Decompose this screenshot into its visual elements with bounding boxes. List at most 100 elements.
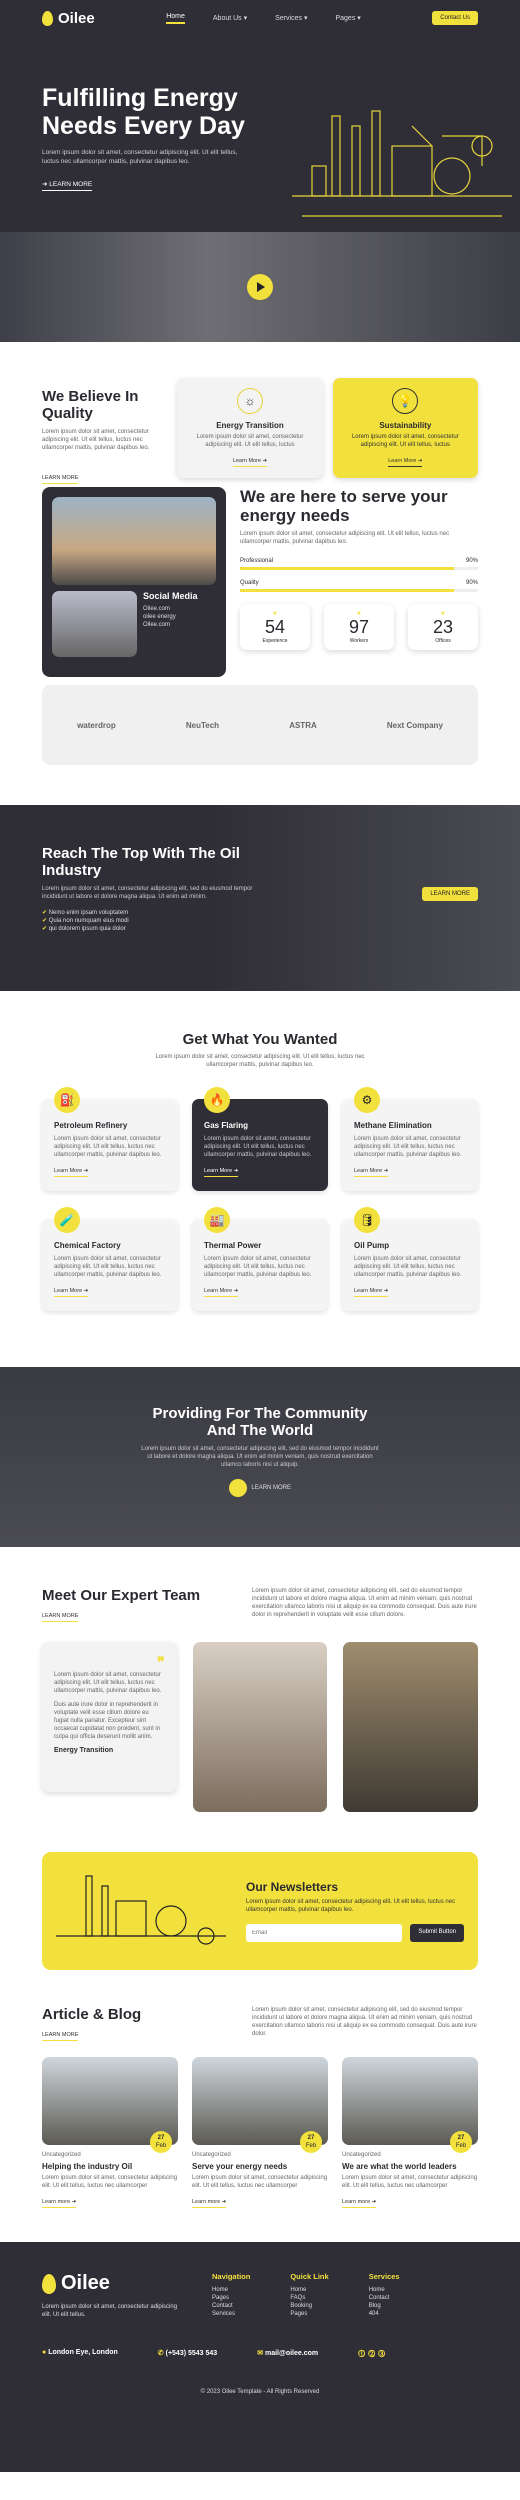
footer-link[interactable]: Services <box>212 2310 250 2318</box>
reach-item-label: qui dolorem ipsum quia dolor <box>48 926 126 932</box>
service-icon: 🔥 <box>204 1087 230 1113</box>
hero-learn-more[interactable]: ➜ LEARN MORE <box>42 180 93 191</box>
footer: Oilee Lorem ipsum dolor sit amet, consec… <box>0 2242 520 2472</box>
service-icon: 🏭 <box>204 1207 230 1233</box>
reach-button[interactable]: LEARN MORE <box>422 887 478 901</box>
quote-card: ❞ Lorem ipsum dolor sit amet, consectetu… <box>42 1642 177 1792</box>
navbar: Oilee Home About Us ▾ Services ▾ Pages ▾… <box>0 0 520 36</box>
post-title[interactable]: We are what the world leaders <box>342 2162 478 2171</box>
service-link[interactable]: Learn More ➜ <box>54 1288 89 1297</box>
date-badge: 27 Feb <box>150 2131 172 2153</box>
address-text: London Eye, London <box>48 2349 118 2356</box>
service-card: 🏭 Thermal Power Lorem ipsum dolor sit am… <box>192 1207 328 1311</box>
post-text: Lorem ipsum dolor sit amet, consectetur … <box>42 2175 178 2189</box>
service-card: 🔥 Gas Flaring Lorem ipsum dolor sit amet… <box>192 1087 328 1191</box>
service-icon: 🛢 <box>354 1207 380 1233</box>
post-title[interactable]: Helping the industry Oil <box>42 2162 178 2171</box>
card-title: Sustainability <box>379 421 432 430</box>
date-day: 27 <box>307 2135 315 2141</box>
bar-fill <box>240 567 455 570</box>
footer-logo[interactable]: Oilee <box>42 2272 182 2295</box>
brand-name: Oilee <box>58 9 95 27</box>
service-card: 🧪 Chemical Factory Lorem ipsum dolor sit… <box>42 1207 178 1311</box>
hero-text: Lorem ipsum dolor sit amet, consectetur … <box>42 149 238 165</box>
footer-column: Services Home Contact Blog 404 <box>369 2272 400 2319</box>
blog-learn-more[interactable]: LEARN MORE <box>42 2032 79 2041</box>
services-grid: ⛽ Petroleum Refinery Lorem ipsum dolor s… <box>42 1087 478 1311</box>
blog-post: 27 Feb Uncategorized Serve your energy ne… <box>192 2057 328 2208</box>
serve-text: Lorem ipsum dolor sit amet, consectetur … <box>240 531 450 545</box>
community-learn-more[interactable]: LEARN MORE <box>251 1485 291 1491</box>
reach-section: Reach The Top With The Oil Industry Lore… <box>0 805 520 991</box>
bar-label: Professional <box>240 558 274 564</box>
service-link[interactable]: Learn More ➜ <box>54 1168 89 1177</box>
hero-cta-label: LEARN MORE <box>49 181 93 188</box>
nav-item-pages[interactable]: Pages ▾ <box>335 14 360 22</box>
reach-title: Reach The Top With The Oil Industry <box>42 845 240 879</box>
service-card: 🛢 Oil Pump Lorem ipsum dolor sit amet, c… <box>342 1207 478 1311</box>
service-icon: ⛽ <box>54 1087 80 1113</box>
footer-link[interactable]: Home <box>290 2286 328 2294</box>
card-title: Energy Transition <box>216 421 284 430</box>
quality-text: Lorem ipsum dolor sit amet, consectetur … <box>42 429 150 451</box>
play-icon[interactable] <box>247 274 273 300</box>
footer-link[interactable]: Contact <box>212 2302 250 2310</box>
footer-email[interactable]: ✉ mail@oilee.com <box>257 2349 318 2359</box>
photo-card: Social Media Oilee.com oilee energy Oile… <box>42 487 226 677</box>
post-text: Lorem ipsum dolor sit amet, consectetur … <box>192 2175 328 2189</box>
social-icons[interactable]: ⓵⓶⓷ <box>358 2349 388 2359</box>
date-badge: 27 Feb <box>300 2131 322 2153</box>
footer-link[interactable]: Home <box>212 2286 250 2294</box>
bulb-icon: 💡 <box>392 388 419 414</box>
post-link[interactable]: Learn more ➜ <box>42 2199 77 2208</box>
team-learn-more[interactable]: LEARN MORE <box>42 1613 79 1622</box>
service-link[interactable]: Learn More ➜ <box>204 1168 239 1177</box>
footer-link[interactable]: Home <box>369 2286 400 2294</box>
post-title[interactable]: Serve your energy needs <box>192 2162 328 2171</box>
quote-text: Lorem ipsum dolor sit amet, consectetur … <box>54 1672 162 1694</box>
service-link[interactable]: Learn More ➜ <box>354 1168 389 1177</box>
nav-item-services[interactable]: Services ▾ <box>275 14 307 22</box>
social-item[interactable]: Oilee.com <box>143 621 198 629</box>
footer-link[interactable]: Contact <box>369 2294 400 2302</box>
blog-text: Lorem ipsum dolor sit amet, consectetur … <box>252 2007 477 2037</box>
team-section: Meet Our Expert Team LEARN MORE Lorem ips… <box>0 1547 520 1812</box>
nav-item-home[interactable]: Home <box>166 13 185 24</box>
blog-post: 27 Feb Uncategorized We are what the worl… <box>342 2057 478 2208</box>
nav-menu: Home About Us ▾ Services ▾ Pages ▾ <box>166 13 361 24</box>
footer-link[interactable]: Pages <box>212 2294 250 2302</box>
services-title: Get What You Wanted <box>182 1031 338 1048</box>
footer-link[interactable]: 404 <box>369 2310 400 2318</box>
flame-icon <box>42 2273 56 2294</box>
footer-columns: Navigation Home Pages Contact Services Quick … <box>212 2272 400 2319</box>
service-link[interactable]: Learn More ➜ <box>354 1288 389 1297</box>
nav-item-about[interactable]: About Us ▾ <box>213 14 247 22</box>
logo[interactable]: Oilee <box>42 10 95 27</box>
community-title: Providing For The Community And The Worl… <box>152 1405 368 1439</box>
card-text: Lorem ipsum dolor sit amet, consectetur … <box>196 434 304 448</box>
post-image[interactable]: 27 Feb <box>42 2057 178 2153</box>
social-item[interactable]: Oilee.com <box>143 605 198 613</box>
footer-link[interactable]: FAQs <box>290 2294 328 2302</box>
post-image[interactable]: 27 Feb <box>192 2057 328 2153</box>
service-link[interactable]: Learn More ➜ <box>204 1288 239 1297</box>
play-icon[interactable] <box>228 1479 247 1497</box>
quality-learn-more[interactable]: LEARN MORE <box>42 475 79 484</box>
post-link[interactable]: Learn more ➜ <box>342 2199 377 2208</box>
service-text: Lorem ipsum dolor sit amet, consectetur … <box>354 1256 462 1278</box>
email-field[interactable] <box>246 1924 403 1942</box>
post-image[interactable]: 27 Feb <box>342 2057 478 2153</box>
service-card: ⛽ Petroleum Refinery Lorem ipsum dolor s… <box>42 1087 178 1191</box>
footer-phone[interactable]: ✆ (+543) 5543 543 <box>158 2349 217 2359</box>
submit-button[interactable]: Submit Button <box>410 1924 464 1942</box>
card-link[interactable]: Learn More ➜ <box>388 458 423 467</box>
card-link[interactable]: Learn More ➜ <box>232 458 268 467</box>
progress-quality: Quality 90% <box>240 580 478 592</box>
social-item[interactable]: oilee energy <box>143 613 198 621</box>
footer-link[interactable]: Booking <box>290 2302 328 2310</box>
post-link[interactable]: Learn more ➜ <box>192 2199 227 2208</box>
footer-link[interactable]: Pages <box>290 2310 328 2318</box>
footer-link[interactable]: Blog <box>369 2302 400 2310</box>
newsletter: Our Newsletters Lorem ipsum dolor sit am… <box>42 1852 478 1970</box>
contact-button[interactable]: Contact Us <box>432 11 478 25</box>
